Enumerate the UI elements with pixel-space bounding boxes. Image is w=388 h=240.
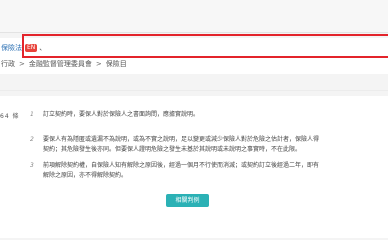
breadcrumb-item[interactable]: 行政 (1, 60, 15, 68)
law-title-link[interactable]: 保險法 (1, 44, 22, 52)
paragraph-line: 要保人有為隱匿或遺漏不為說明，或為不實之說明，足以變更或減少保險人對於危險之估計… (43, 136, 320, 143)
article-paragraph: 2 要保人有為隱匿或遺漏不為說明，或為不實之說明，足以變更或減少保險人對於危險之… (30, 135, 388, 155)
law-title: 保險法 EN、 (1, 43, 46, 53)
paragraph-line: 前項解除契約權，自保險人知有解除之原因後，經過一個月不行使而消滅；或契約訂立後經… (43, 162, 320, 169)
paragraph-number: 1 (30, 111, 34, 118)
article-paragraph: 3 前項解除契約權，自保險人知有解除之原因後，經過一個月不行使而消滅；或契約訂立… (30, 161, 388, 181)
paragraph-number: 3 (30, 162, 34, 169)
paragraph-line: 訂立契約時，要保人對於保險人之書面詢問，應據實說明。 (43, 111, 200, 118)
law-title-suffix: 、 (39, 44, 47, 52)
breadcrumb-item[interactable]: 金融監督管理委員會 (29, 60, 92, 68)
paragraph-line: 解除之原因，亦不得解除契約。 (43, 172, 128, 179)
article-block: 64 條 1 訂立契約時，要保人對於保險人之書面詢問，應據實說明。 2 要保人有… (0, 96, 388, 238)
article-number: 64 條 (0, 113, 20, 120)
paragraph-line: 契約；其危險發生後亦同。但要保人證明危險之發生未基於其說明或未說明之事實時，不在… (43, 146, 302, 153)
related-cases-button[interactable]: 相關判例 (166, 194, 209, 207)
top-bar (0, 0, 388, 33)
english-version-badge[interactable]: EN (25, 44, 38, 52)
paragraph-number: 2 (30, 136, 34, 143)
law-header: 保險法 EN、 行政 > 金融監督管理委員會 > 保險目 (0, 38, 388, 74)
breadcrumb-separator: > (95, 60, 102, 68)
article-paragraph: 1 訂立契約時，要保人對於保險人之書面詢問，應據實說明。 (30, 110, 388, 120)
section-divider (0, 90, 388, 91)
breadcrumb-item[interactable]: 保險目 (106, 60, 127, 68)
breadcrumb: 行政 > 金融監督管理委員會 > 保險目 (1, 59, 127, 69)
breadcrumb-separator: > (19, 60, 25, 68)
